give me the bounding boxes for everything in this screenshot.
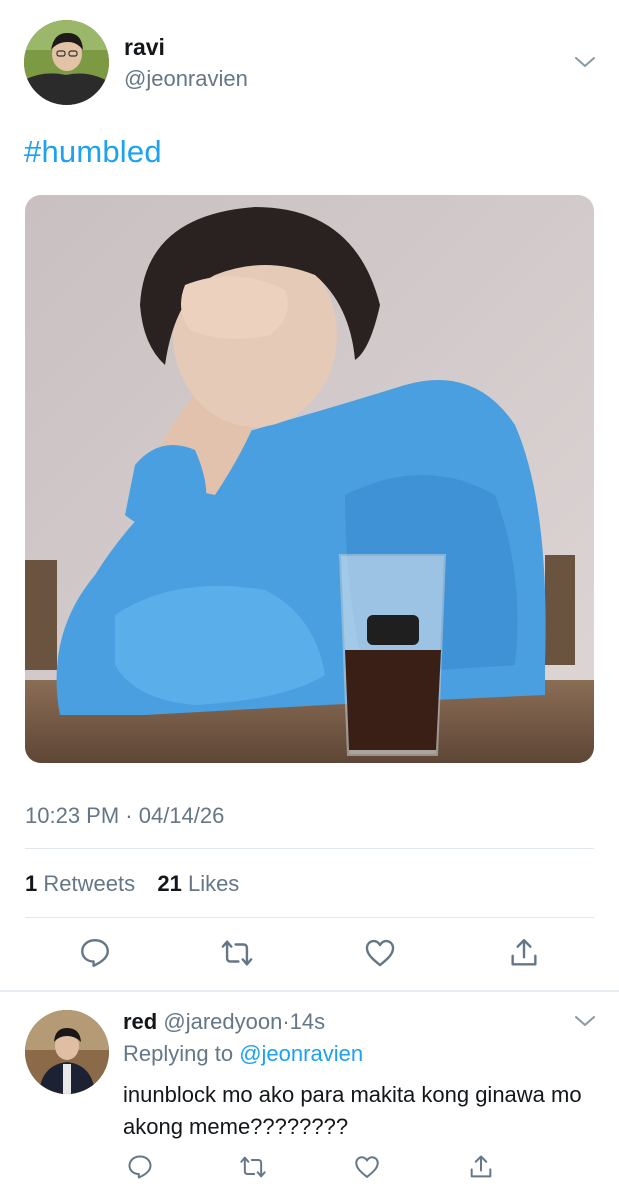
divider [25, 917, 594, 918]
divider [25, 848, 594, 849]
reply-tweet[interactable]: red @jaredyoon·14s Replying to @jeonravi… [0, 995, 619, 1199]
like-icon[interactable] [353, 1153, 381, 1181]
retweet-icon[interactable] [220, 936, 254, 970]
tweet-header: ravi @jeonravien [24, 20, 599, 106]
reply-avatar[interactable] [25, 1010, 109, 1094]
user-name[interactable]: ravi [124, 34, 165, 61]
tweet-photo[interactable] [25, 195, 594, 763]
avatar-image [24, 20, 109, 105]
tweet-hashtag[interactable]: #humbled [24, 134, 162, 170]
likes-label[interactable]: Likes [188, 871, 239, 896]
retweet-icon[interactable] [239, 1153, 267, 1181]
tweet-timestamp: 10:23 PM · 04/14/26 [25, 803, 225, 828]
avatar[interactable] [24, 20, 109, 105]
like-icon[interactable] [363, 936, 397, 970]
chevron-down-icon[interactable] [573, 50, 597, 74]
tweet-stats: 1 Retweets 21 Likes [25, 871, 239, 897]
section-divider [0, 990, 619, 992]
tweet-photo-image [25, 195, 594, 763]
reply-user-name[interactable]: red [123, 1009, 157, 1034]
share-icon[interactable] [507, 936, 541, 970]
replying-to: Replying to @jeonravien [123, 1041, 363, 1067]
replying-to-prefix: Replying to [123, 1041, 234, 1066]
retweets-count[interactable]: 1 [25, 871, 37, 896]
share-icon[interactable] [467, 1153, 495, 1181]
reply-user-handle[interactable]: @jaredyoon [163, 1009, 282, 1034]
reply-icon[interactable] [126, 1153, 154, 1181]
reply-icon[interactable] [78, 936, 112, 970]
reply-header: red @jaredyoon·14s [123, 1009, 325, 1035]
reply-avatar-image [25, 1010, 109, 1094]
user-handle[interactable]: @jeonravien [124, 66, 248, 92]
reply-actions [0, 1153, 619, 1193]
chevron-down-icon[interactable] [573, 1009, 597, 1033]
reply-separator: · [282, 1009, 290, 1034]
tweet-actions [0, 936, 619, 976]
likes-count[interactable]: 21 [157, 871, 181, 896]
reply-time: 14s [289, 1009, 326, 1034]
reply-text: inunblock mo ako para makita kong ginawa… [123, 1082, 582, 1139]
replying-to-mention[interactable]: @jeonravien [239, 1041, 363, 1066]
retweets-label[interactable]: Retweets [43, 871, 135, 896]
